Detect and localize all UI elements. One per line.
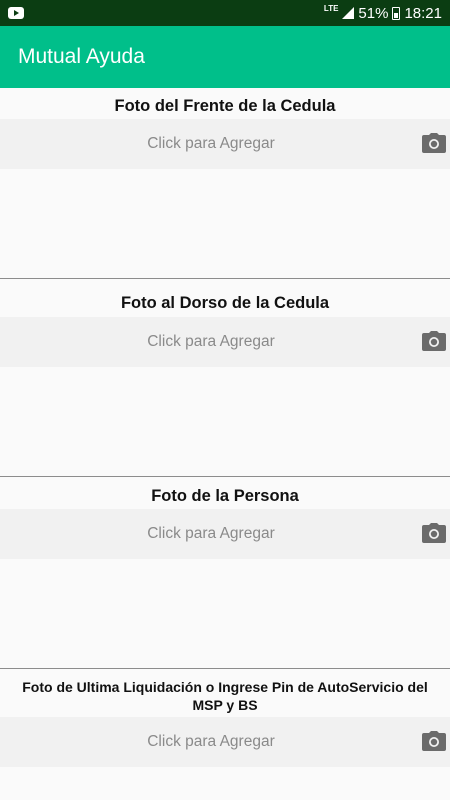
status-bar: LTE 51% 18:21 xyxy=(0,0,450,26)
camera-icon[interactable] xyxy=(422,523,446,543)
add-photo-label: Click para Agregar xyxy=(147,135,275,152)
youtube-notification-icon xyxy=(8,7,24,19)
photo-section-payslip: Foto de Ultima Liquidación o Ingrese Pin… xyxy=(0,669,450,800)
add-photo-label: Click para Agregar xyxy=(147,733,275,750)
add-photo-label: Click para Agregar xyxy=(147,525,275,542)
section-title: Foto al Dorso de la Cedula xyxy=(120,294,330,312)
camera-icon[interactable] xyxy=(422,331,446,351)
battery-percent: 51% xyxy=(358,4,389,22)
camera-icon[interactable] xyxy=(422,731,446,751)
app-title: Mutual Ayuda xyxy=(18,45,145,68)
add-photo-button[interactable]: Click para Agregar xyxy=(0,509,450,559)
signal-icon xyxy=(342,7,355,19)
add-photo-button[interactable]: Click para Agregar xyxy=(0,717,450,767)
photo-section-person: Foto de la Persona Click para Agregar xyxy=(0,477,450,669)
battery-icon xyxy=(392,6,401,20)
section-title: Foto del Frente de la Cedula xyxy=(114,97,336,115)
section-title: Foto de la Persona xyxy=(151,487,299,505)
camera-icon[interactable] xyxy=(422,133,446,153)
add-photo-label: Click para Agregar xyxy=(147,333,275,350)
add-photo-button[interactable]: Click para Agregar xyxy=(0,119,450,169)
status-indicators: LTE 51% 18:21 xyxy=(324,5,442,22)
app-bar: Mutual Ayuda xyxy=(0,26,450,88)
network-type-label: LTE xyxy=(323,4,339,13)
section-title: Foto de Ultima Liquidación o Ingrese Pin… xyxy=(22,679,428,713)
photo-section-front-id: Foto del Frente de la Cedula Click para … xyxy=(0,88,450,279)
photo-section-back-id: Foto al Dorso de la Cedula Click para Ag… xyxy=(0,279,450,477)
clock: 18:21 xyxy=(404,4,442,22)
add-photo-button[interactable]: Click para Agregar xyxy=(0,317,450,367)
